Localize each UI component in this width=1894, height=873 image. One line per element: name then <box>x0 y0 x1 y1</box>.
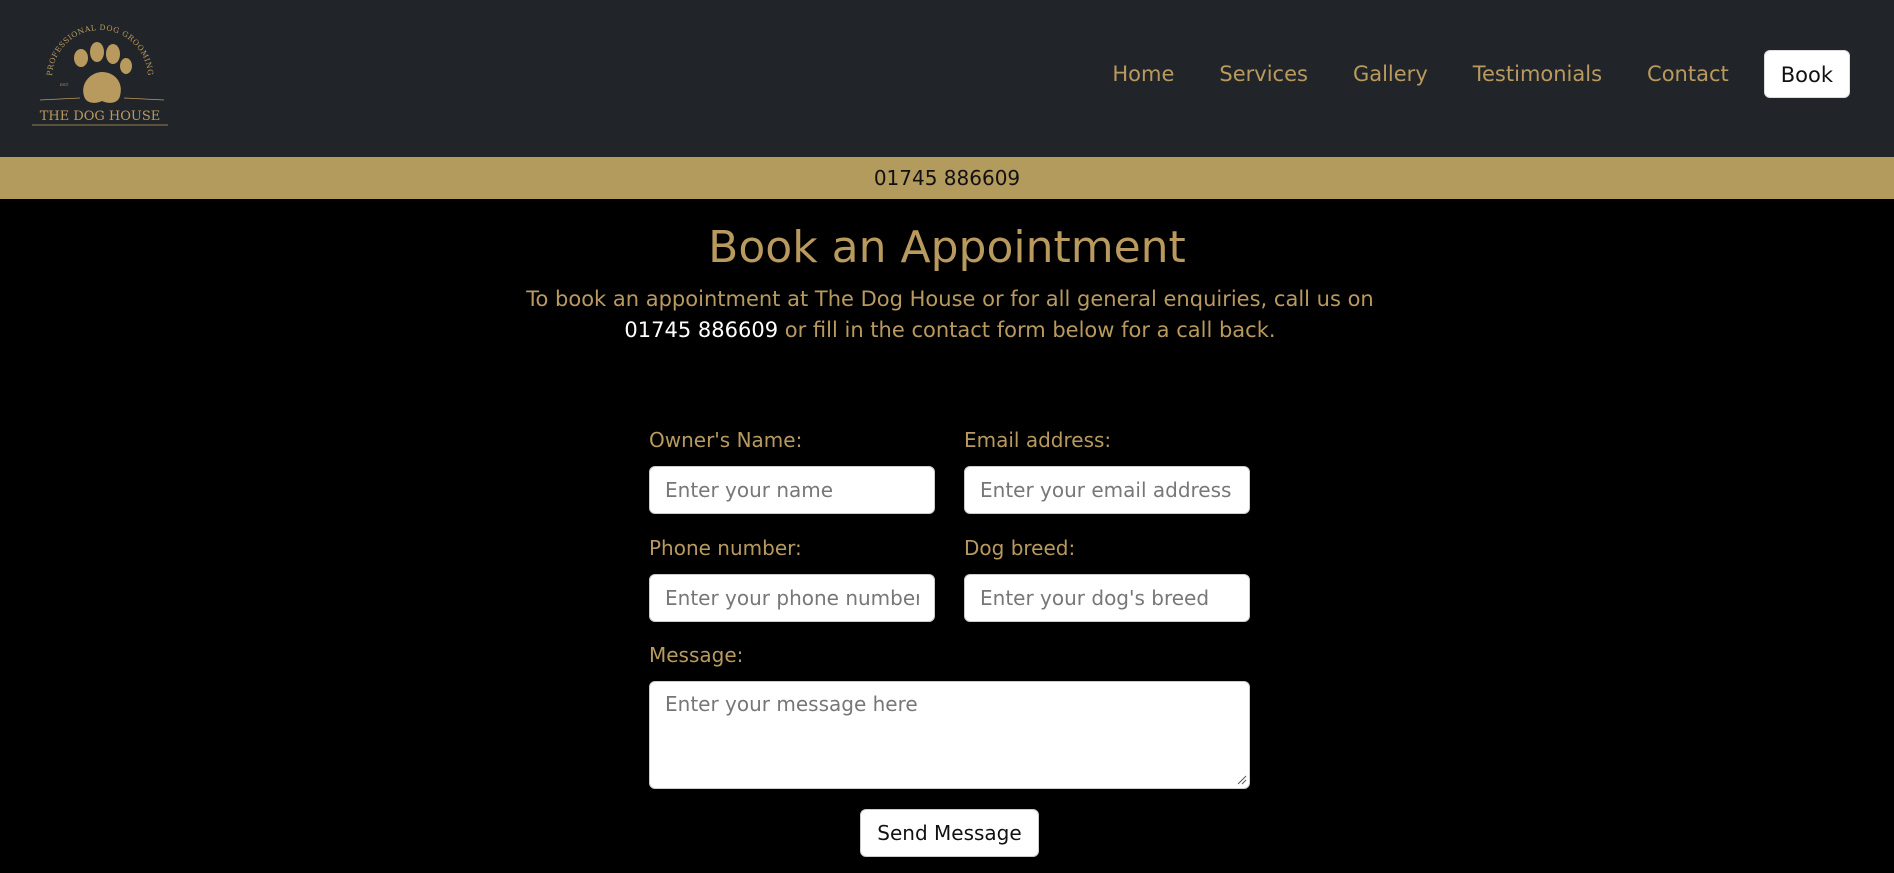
logo[interactable]: PROFESSIONAL DOG GROOMING EST THE DOG HO… <box>30 20 170 130</box>
logo-wordmark: THE DOG HOUSE <box>40 109 161 124</box>
intro-text-start: To book an appointment at The Dog House … <box>526 287 1374 311</box>
site-header: PROFESSIONAL DOG GROOMING EST THE DOG HO… <box>0 0 1894 157</box>
owner-name-label: Owner's Name: <box>649 428 803 452</box>
email-input[interactable] <box>964 466 1250 514</box>
dog-breed-input[interactable] <box>964 574 1250 622</box>
paw-logo-icon: PROFESSIONAL DOG GROOMING EST THE DOG HO… <box>32 23 168 126</box>
nav-gallery[interactable]: Gallery <box>1353 50 1428 98</box>
page-title: Book an Appointment <box>708 222 1186 273</box>
intro-text-end: or fill in the contact form below for a … <box>778 318 1276 342</box>
message-textarea[interactable] <box>649 681 1250 789</box>
svg-text:EST: EST <box>60 82 69 87</box>
nav-contact[interactable]: Contact <box>1647 50 1729 98</box>
nav-home[interactable]: Home <box>1112 50 1174 98</box>
dog-breed-label: Dog breed: <box>964 536 1076 560</box>
message-label: Message: <box>649 643 744 667</box>
intro-text: To book an appointment at The Dog House … <box>510 284 1390 346</box>
main-nav: Home Services Gallery Testimonials Conta… <box>1112 50 1850 98</box>
book-button[interactable]: Book <box>1763 50 1850 98</box>
intro-phone[interactable]: 01745 886609 <box>624 318 778 342</box>
nav-services[interactable]: Services <box>1219 50 1308 98</box>
send-message-button[interactable]: Send Message <box>860 809 1039 857</box>
phone-label: Phone number: <box>649 536 802 560</box>
phone-bar[interactable]: 01745 886609 <box>0 157 1894 199</box>
phone-input[interactable] <box>649 574 935 622</box>
resize-grip-icon[interactable] <box>1236 774 1247 785</box>
nav-testimonials[interactable]: Testimonials <box>1473 50 1602 98</box>
email-label: Email address: <box>964 428 1112 452</box>
owner-name-input[interactable] <box>649 466 935 514</box>
